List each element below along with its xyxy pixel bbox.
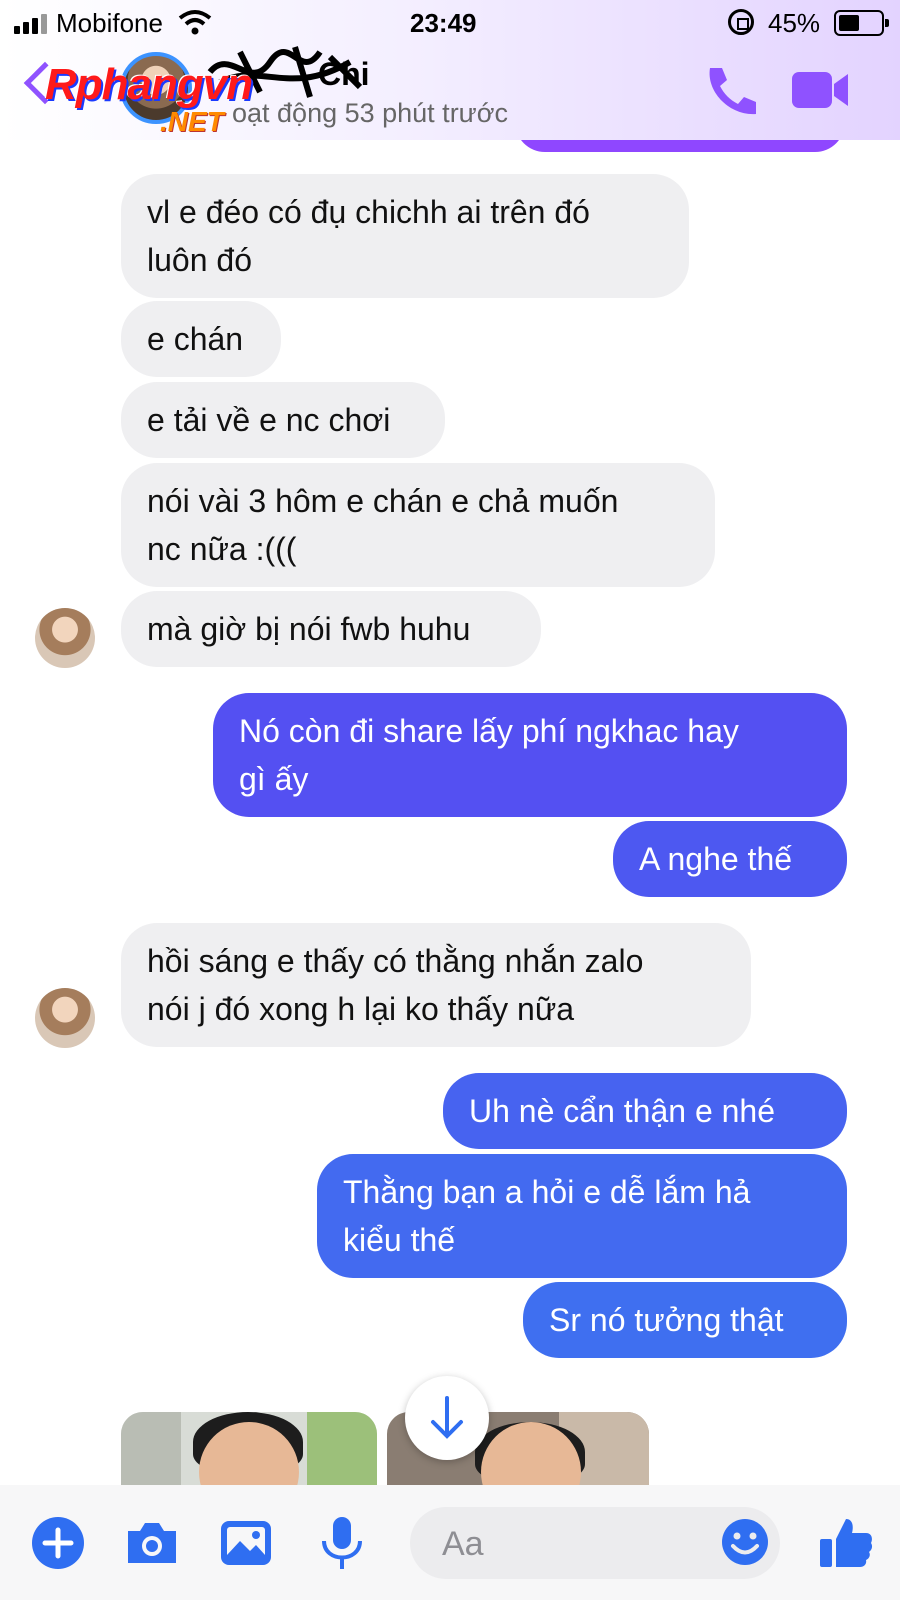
image-icon[interactable] bbox=[218, 1515, 274, 1571]
plus-icon[interactable] bbox=[30, 1515, 86, 1571]
message-composer: Aa bbox=[0, 1485, 900, 1600]
video-call-icon[interactable] bbox=[790, 62, 850, 118]
microphone-icon[interactable] bbox=[314, 1515, 370, 1571]
message-outgoing[interactable]: Thằng bạn a hỏi e dễ lắm hả kiểu thế bbox=[317, 1154, 847, 1278]
message-incoming[interactable]: hồi sáng e thấy có thằng nhắn zalo nói j… bbox=[121, 923, 751, 1047]
message-incoming[interactable]: e tải về e nc chơi bbox=[121, 382, 445, 458]
battery-percent: 45% bbox=[768, 8, 821, 38]
carrier-name: Mobifone bbox=[56, 8, 163, 38]
watermark-logo-suffix: .NET bbox=[160, 106, 224, 137]
contact-avatar-small[interactable] bbox=[35, 608, 95, 668]
message-incoming[interactable]: nói vài 3 hôm e chán e chả muốn nc nữa :… bbox=[121, 463, 715, 587]
contact-avatar-small[interactable] bbox=[35, 988, 95, 1048]
message-outgoing[interactable]: Sr nó tưởng thật bbox=[523, 1282, 847, 1358]
camera-icon[interactable] bbox=[124, 1515, 180, 1571]
message-input-placeholder: Aa bbox=[442, 1525, 484, 1563]
signal-icon bbox=[14, 14, 47, 34]
photo-attachment[interactable] bbox=[121, 1412, 377, 1485]
arrow-down-icon bbox=[431, 1396, 463, 1439]
message-outgoing[interactable]: Nó còn đi share lấy phí ngkhac hay gì ấy bbox=[213, 693, 847, 817]
message-list[interactable]: vl e đéo có đụ chichh ai trên đó luôn đó… bbox=[0, 140, 900, 1485]
battery-icon bbox=[834, 10, 889, 36]
rotation-lock-icon bbox=[728, 9, 754, 35]
chat-header: Mobifone 23:49 45% Chi oạt động 53 phút … bbox=[0, 0, 900, 140]
message-input[interactable]: Aa bbox=[410, 1507, 780, 1579]
phone-call-icon[interactable] bbox=[700, 62, 760, 118]
scroll-to-bottom-button[interactable] bbox=[405, 1376, 489, 1460]
emoji-icon[interactable] bbox=[720, 1517, 770, 1567]
clock: 23:49 bbox=[410, 8, 477, 38]
message-outgoing[interactable]: A nghe thế bbox=[613, 821, 847, 897]
message-incoming[interactable]: vl e đéo có đụ chichh ai trên đó luôn đó bbox=[121, 174, 689, 298]
active-status: oạt động 53 phút trước bbox=[232, 98, 508, 128]
message-incoming[interactable]: mà giờ bị nói fwb huhu bbox=[121, 591, 541, 667]
thumbs-up-icon[interactable] bbox=[818, 1515, 874, 1571]
message-incoming[interactable]: e chán bbox=[121, 301, 281, 377]
message-outgoing[interactable]: Uh nè cẩn thận e nhé bbox=[443, 1073, 847, 1149]
status-bar: Mobifone 23:49 45% bbox=[0, 0, 900, 46]
wifi-icon bbox=[178, 10, 212, 35]
watermark-logo: Rphangvn bbox=[45, 60, 253, 109]
